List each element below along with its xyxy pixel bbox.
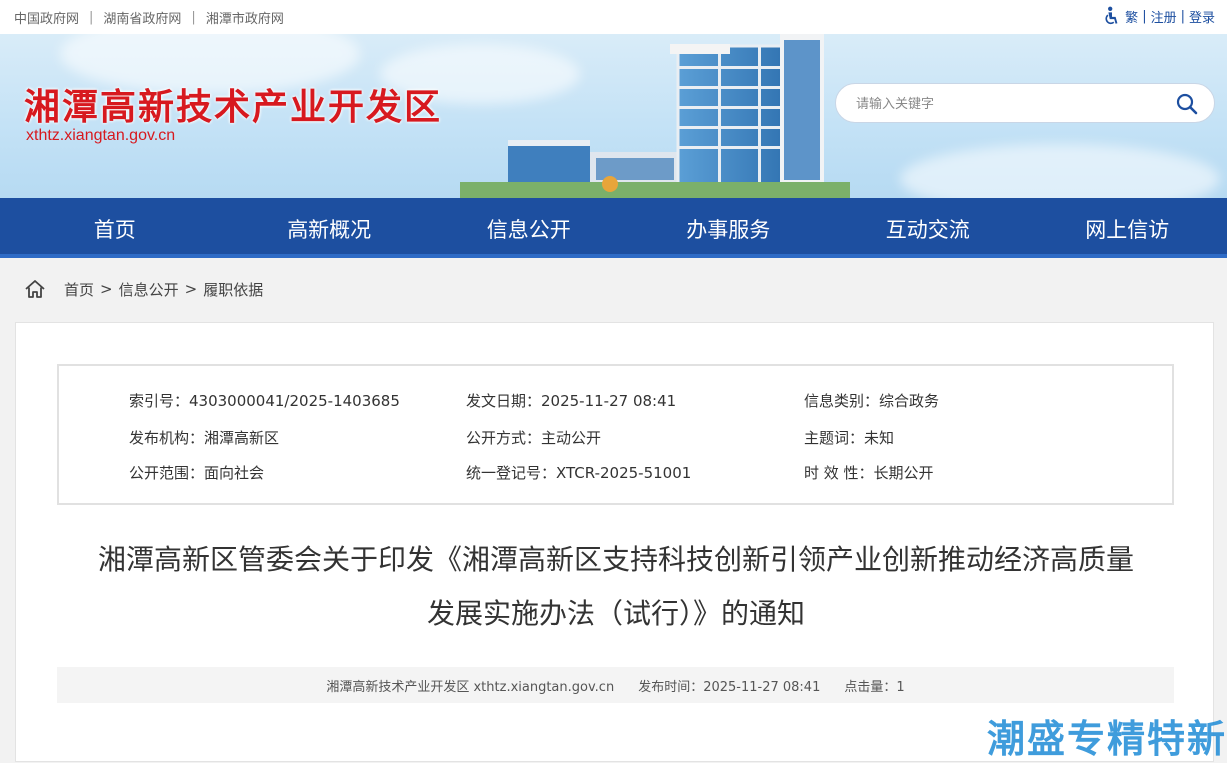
nav-item-overview[interactable]: 高新概况 [229, 198, 429, 254]
traditional-chinese-link[interactable]: 繁 [1125, 7, 1138, 26]
gov-links: 中国政府网 | 湖南省政府网 | 湘潭市政府网 [14, 8, 284, 27]
breadcrumb-separator: > [100, 280, 113, 298]
meta-subject: 主题词：未知 [804, 427, 894, 448]
site-title[interactable]: 湘潭高新技术产业开发区 [24, 78, 442, 130]
nav-item-online-petition[interactable]: 网上信访 [1028, 198, 1227, 254]
gov-link-hunan[interactable]: 湖南省政府网 [103, 8, 181, 27]
nav-item-interaction[interactable]: 互动交流 [828, 198, 1028, 254]
document-title: 湘潭高新区管委会关于印发《湘潭高新区支持科技创新引领产业创新推动经济高质量 发展… [46, 533, 1186, 641]
content-panel: 索引号：4303000041/2025-1403685 发文日期：2025-11… [15, 322, 1214, 762]
separator: | [1142, 9, 1146, 24]
breadcrumb-info-disclosure[interactable]: 信息公开 [119, 279, 179, 300]
meta-index-no: 索引号：4303000041/2025-1403685 [129, 390, 400, 411]
document-title-line: 湘潭高新区管委会关于印发《湘潭高新区支持科技创新引领产业创新推动经济高质量 [46, 533, 1186, 587]
main-nav: 首页 高新概况 信息公开 办事服务 互动交流 网上信访 [0, 198, 1227, 258]
breadcrumb-separator: > [185, 280, 198, 298]
document-title-line: 发展实施办法（试行）》的通知 [46, 587, 1186, 641]
search-box [835, 83, 1215, 123]
gov-link-china[interactable]: 中国政府网 [14, 8, 79, 27]
document-source: 湘潭高新技术产业开发区 xthtz.xiangtan.gov.cn [326, 676, 614, 695]
cloud-decoration [900, 144, 1220, 198]
meta-register-no: 统一登记号：XTCR-2025-51001 [466, 462, 691, 483]
home-icon[interactable] [24, 278, 46, 300]
separator: | [191, 10, 195, 25]
nav-item-services[interactable]: 办事服务 [628, 198, 828, 254]
nav-item-info-disclosure[interactable]: 信息公开 [429, 198, 629, 254]
meta-validity: 时 效 性：长期公开 [804, 462, 934, 483]
login-link[interactable]: 登录 [1189, 7, 1215, 26]
user-links: 繁 | 注册 | 登录 [1103, 6, 1215, 26]
building-image [460, 34, 850, 198]
register-link[interactable]: 注册 [1151, 7, 1177, 26]
document-hits: 点击量：1 [844, 676, 904, 695]
search-icon[interactable] [1176, 93, 1198, 115]
top-bar: 中国政府网 | 湖南省政府网 | 湘潭市政府网 繁 | 注册 | 登录 [0, 0, 1227, 34]
meta-open-mode: 公开方式：主动公开 [466, 427, 601, 448]
breadcrumb-home[interactable]: 首页 [64, 279, 94, 300]
search-input[interactable] [856, 94, 1156, 114]
document-info-bar: 湘潭高新技术产业开发区 xthtz.xiangtan.gov.cn 发布时间：2… [57, 667, 1174, 703]
breadcrumb-current[interactable]: 履职依据 [203, 279, 263, 300]
breadcrumb: 首页 > 信息公开 > 履职依据 [24, 278, 263, 300]
watermark: 潮盛专精特新 [987, 708, 1227, 763]
nav-item-home[interactable]: 首页 [0, 198, 229, 254]
separator: | [1181, 9, 1185, 24]
document-publish-time: 发布时间：2025-11-27 08:41 [638, 676, 820, 695]
site-domain: xthtz.xiangtan.gov.cn [26, 127, 175, 145]
header-banner: 湘潭高新技术产业开发区 xthtz.xiangtan.gov.cn [0, 34, 1227, 198]
meta-publisher: 发布机构：湘潭高新区 [129, 427, 279, 448]
meta-info-category: 信息类别：综合政务 [804, 390, 939, 411]
separator: | [89, 10, 93, 25]
gov-link-xiangtan[interactable]: 湘潭市政府网 [206, 8, 284, 27]
meta-open-scope: 公开范围：面向社会 [129, 462, 264, 483]
document-metadata: 索引号：4303000041/2025-1403685 发文日期：2025-11… [57, 364, 1174, 505]
meta-publish-date: 发文日期：2025-11-27 08:41 [466, 390, 676, 411]
accessibility-icon[interactable] [1103, 6, 1121, 26]
